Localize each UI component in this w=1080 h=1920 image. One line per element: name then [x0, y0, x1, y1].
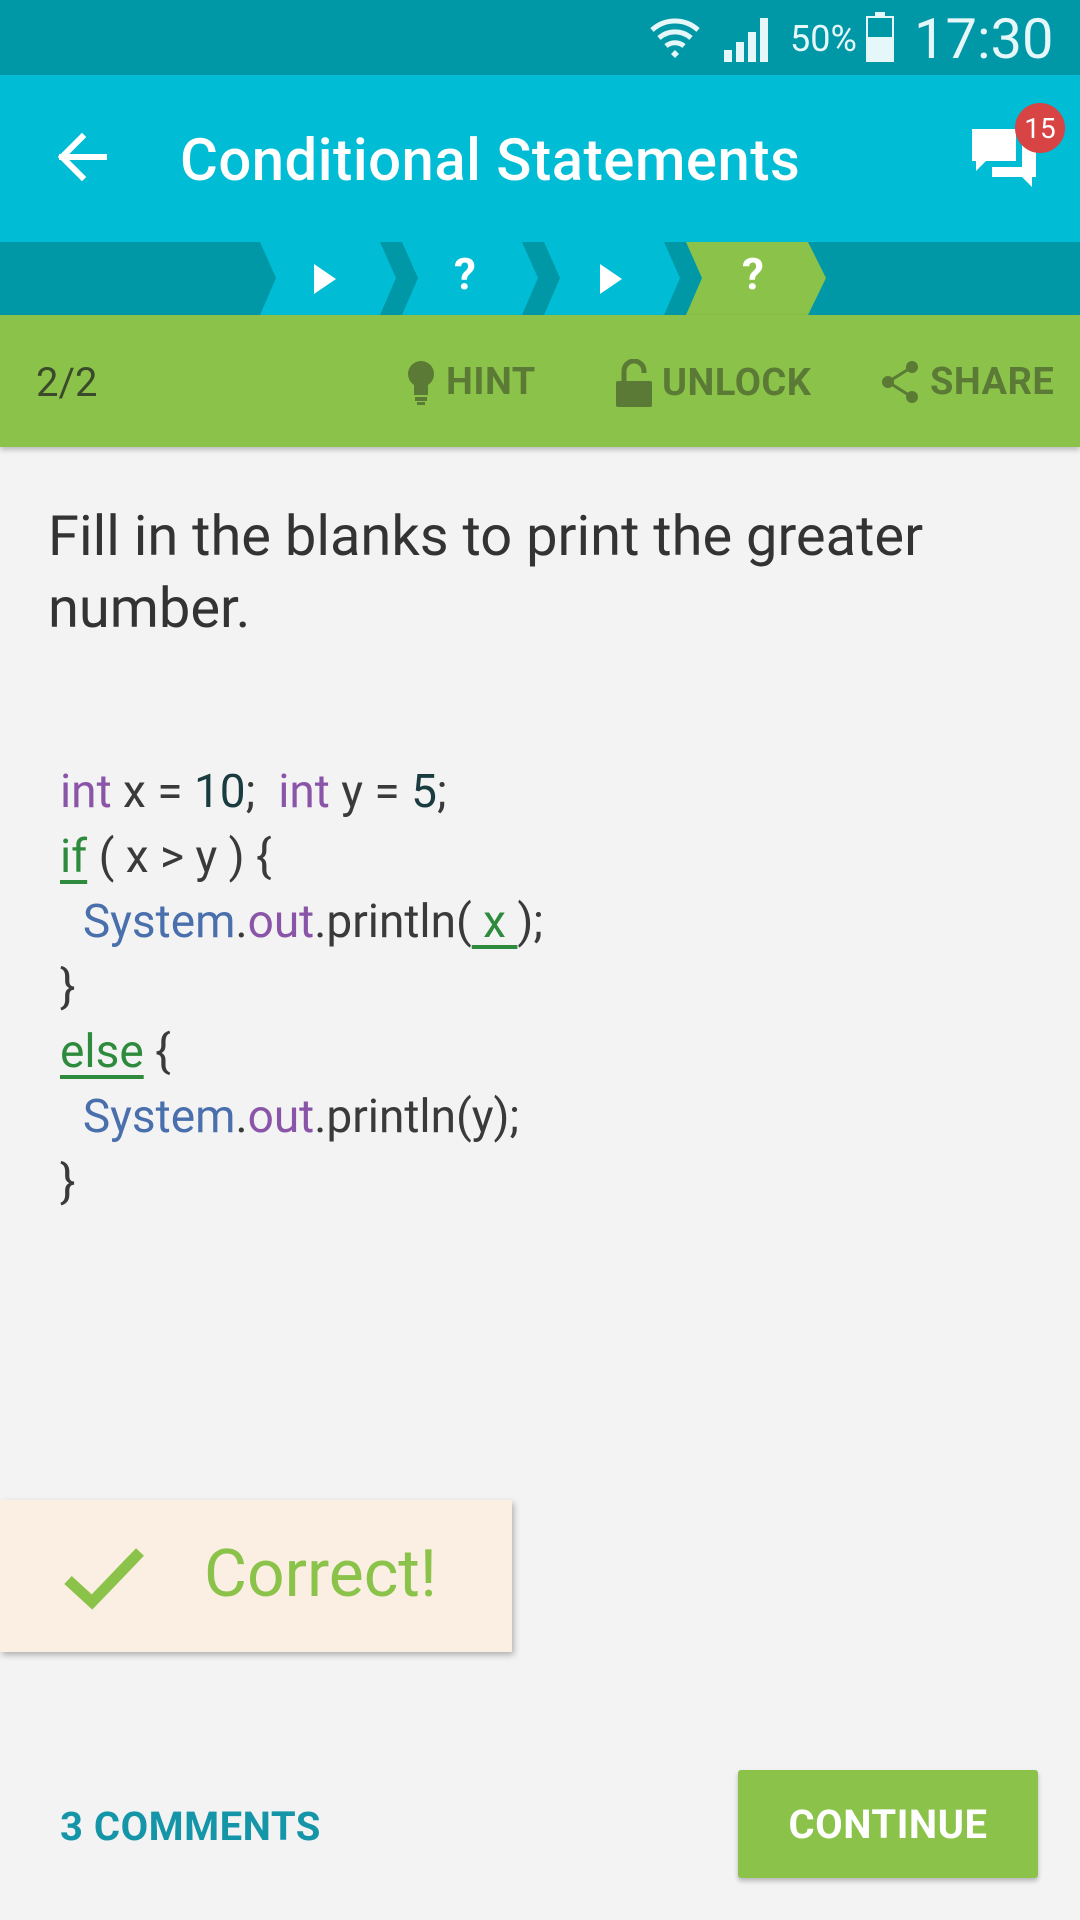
code-text: y = [329, 765, 412, 819]
code-keyword: int [278, 765, 330, 819]
code-text: .println( [314, 895, 472, 949]
code-number: 5 [411, 765, 437, 819]
code-text: .println(y); [314, 1090, 520, 1144]
unlock-label: UNLOCK [662, 361, 812, 405]
continue-button[interactable]: CONTINUE [738, 1770, 1038, 1878]
hint-label: HINT [446, 360, 536, 404]
battery-percent: 50% [790, 18, 857, 60]
padlock-icon [616, 359, 652, 407]
step-1-play-icon[interactable] [312, 262, 338, 296]
code-line-1: int x = 10; int y = 5; [60, 760, 543, 825]
filled-blank-x[interactable]: x [472, 895, 518, 949]
code-block: int x = 10; int y = 5; if ( x > y ) { Sy… [60, 760, 543, 1215]
comments-link[interactable]: 3 COMMENTS [60, 1803, 321, 1850]
code-line-3: System.out.println( x ); [60, 890, 543, 955]
checkmark-icon [64, 1548, 144, 1610]
battery-icon [866, 12, 894, 62]
correct-feedback-toast: Correct! [0, 1500, 512, 1652]
code-text: { [143, 1025, 171, 1079]
filled-blank-else[interactable]: else [60, 1025, 144, 1079]
share-label: SHARE [930, 360, 1055, 404]
code-field: out [247, 895, 315, 949]
app-bar: Conditional Statements 15 [0, 75, 1080, 242]
hint-button[interactable]: HINT [404, 359, 536, 405]
code-text: ); [517, 895, 544, 949]
code-text: ; [436, 765, 447, 819]
code-text: . [235, 1090, 248, 1144]
question-counter: 2/2 [36, 359, 98, 406]
code-line-4: } [60, 960, 76, 1014]
code-text: ( x > y ) { [87, 830, 272, 884]
code-class: System [82, 895, 236, 949]
code-line-5: else { [60, 1020, 543, 1085]
code-class: System [82, 1090, 236, 1144]
code-line-6: System.out.println(y); [60, 1085, 543, 1150]
share-icon [882, 361, 918, 403]
code-text: x = [111, 765, 194, 819]
step-3-play-icon[interactable] [598, 262, 624, 296]
wifi-icon [650, 18, 700, 58]
lightbulb-icon [408, 361, 434, 405]
filled-blank-if[interactable]: if [60, 830, 87, 884]
code-field: out [247, 1090, 315, 1144]
step-4-quiz-active[interactable]: ? [742, 248, 764, 300]
page-title: Conditional Statements [180, 127, 801, 195]
code-line-7: } [60, 1155, 76, 1209]
back-arrow-icon[interactable] [52, 127, 112, 187]
code-number: 10 [193, 765, 246, 819]
unlock-button[interactable]: UNLOCK [614, 359, 811, 407]
step-2-quiz[interactable]: ? [454, 248, 476, 300]
signal-icon [724, 18, 768, 62]
code-line-2: if ( x > y ) { [60, 825, 543, 890]
share-button[interactable]: SHARE [878, 359, 1054, 405]
status-bar: 50% 17:30 [0, 0, 1080, 75]
code-keyword: int [60, 765, 112, 819]
question-text: Fill in the blanks to print the greater … [48, 503, 924, 641]
notification-badge: 15 [1015, 103, 1065, 153]
status-clock: 17:30 [914, 6, 1054, 72]
lesson-progress-steps: ? ? [0, 242, 1080, 315]
code-text: ; [245, 765, 279, 819]
feedback-text: Correct! [204, 1536, 437, 1613]
quiz-toolbar: 2/2 HINT UNLOCK SHARE [0, 315, 1080, 447]
code-text: . [235, 895, 248, 949]
